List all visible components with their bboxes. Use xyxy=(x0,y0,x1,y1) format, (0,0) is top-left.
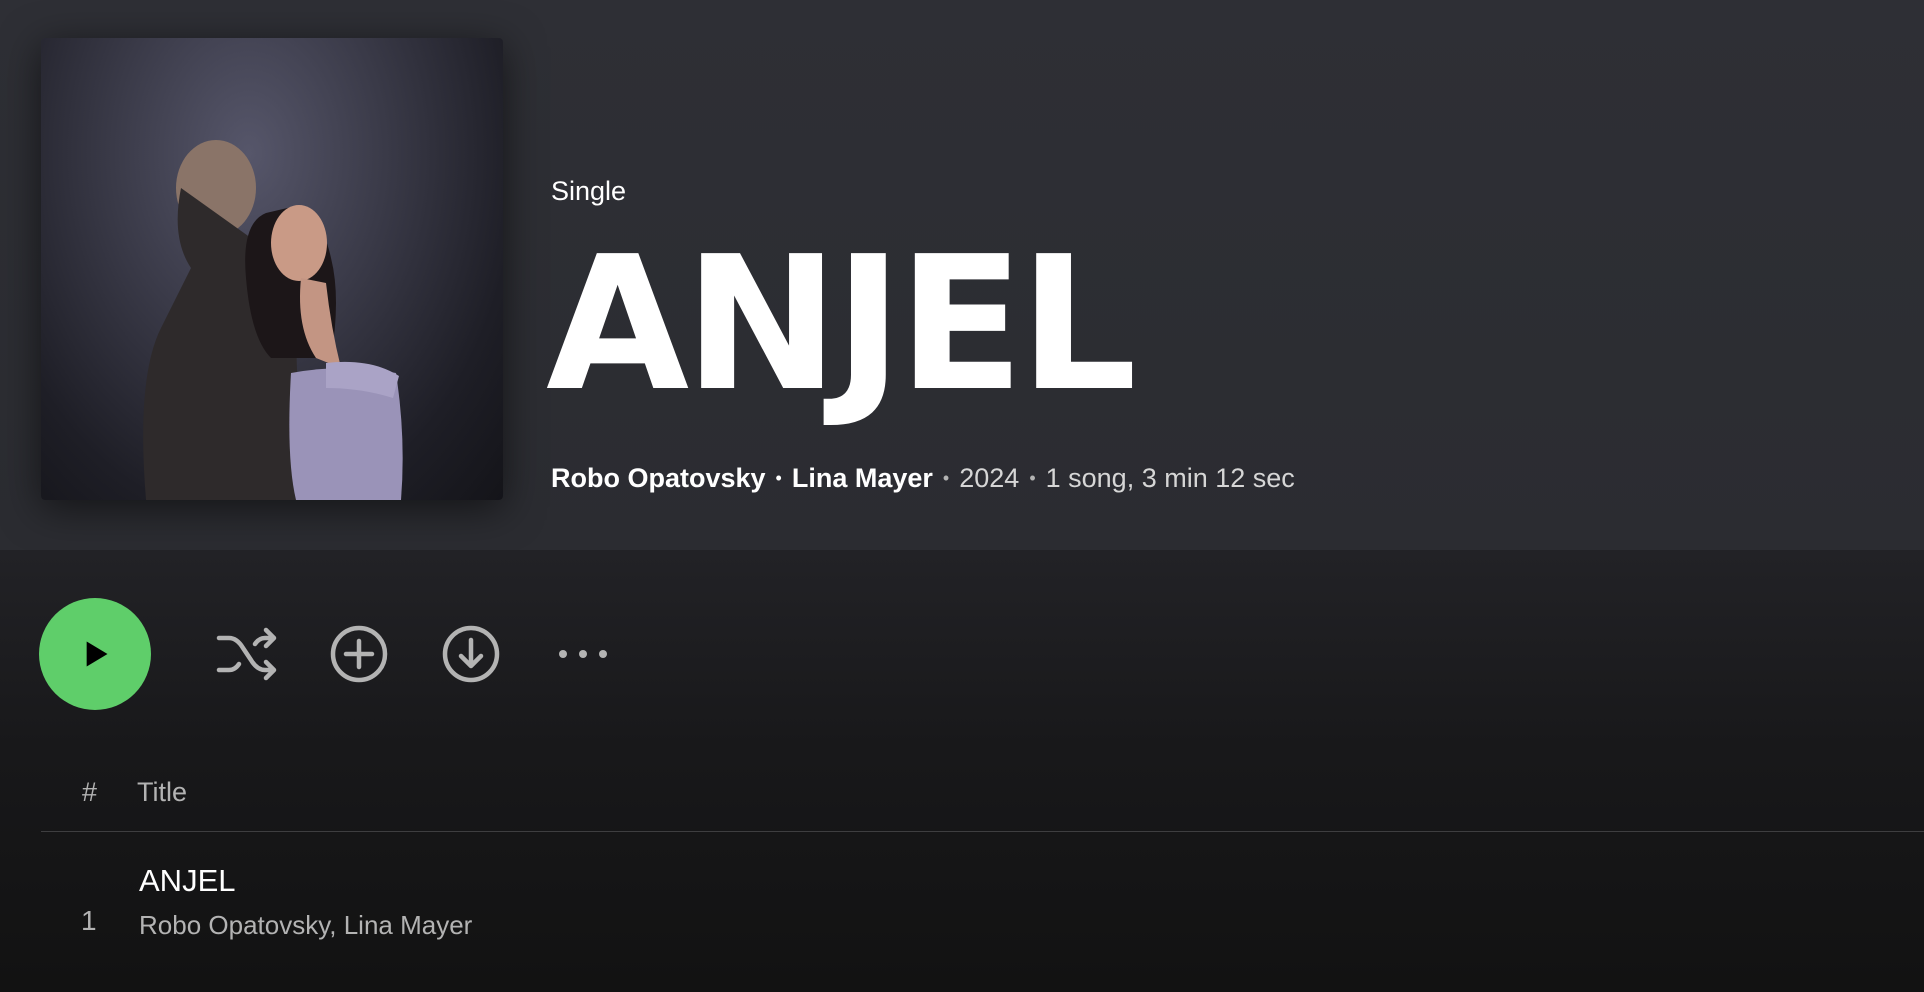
track-row[interactable]: 1 ANJEL Robo Opatovsky, Lina Mayer xyxy=(41,863,1924,963)
album-title: ANJEL xyxy=(546,216,1137,432)
separator-dot: • xyxy=(1029,468,1036,488)
track-number: 1 xyxy=(81,905,97,936)
shuffle-icon xyxy=(216,627,277,681)
download-button[interactable] xyxy=(435,618,507,690)
play-button[interactable] xyxy=(39,598,151,710)
album-duration-summary: 1 song, 3 min 12 sec xyxy=(1045,463,1295,493)
column-header-number: # xyxy=(82,777,98,807)
artist-link-2[interactable]: Lina Mayer xyxy=(792,463,933,494)
more-options-icon xyxy=(559,650,607,658)
album-cover-image xyxy=(41,38,503,500)
artist-link-1[interactable]: Robo Opatovsky xyxy=(551,463,766,494)
track-title[interactable]: ANJEL xyxy=(139,863,235,899)
release-year: 2024 xyxy=(959,463,1020,493)
album-page: Single ANJEL Robo Opatovsky • Lina Mayer… xyxy=(0,0,1924,992)
album-meta: Robo Opatovsky • Lina Mayer • 2024 • 1 s… xyxy=(551,463,1295,494)
action-bar xyxy=(0,598,1924,710)
more-options-button[interactable] xyxy=(547,618,619,690)
add-to-library-button[interactable] xyxy=(323,618,395,690)
column-header-title: Title xyxy=(137,777,188,807)
track-artists[interactable]: Robo Opatovsky, Lina Mayer xyxy=(139,910,472,941)
album-header: Single ANJEL Robo Opatovsky • Lina Mayer… xyxy=(0,0,1924,550)
separator-dot: • xyxy=(775,468,782,488)
add-circle-icon xyxy=(330,625,388,683)
download-circle-icon xyxy=(442,625,500,683)
shuffle-button[interactable] xyxy=(211,618,283,690)
play-icon xyxy=(86,641,108,667)
separator-dot: • xyxy=(942,468,950,488)
tracklist-section: # Title 1 ANJEL Robo Opatovsky, Lina May… xyxy=(0,550,1924,992)
album-type-label: Single xyxy=(551,176,627,206)
tracklist-header: # Title xyxy=(41,777,1924,832)
